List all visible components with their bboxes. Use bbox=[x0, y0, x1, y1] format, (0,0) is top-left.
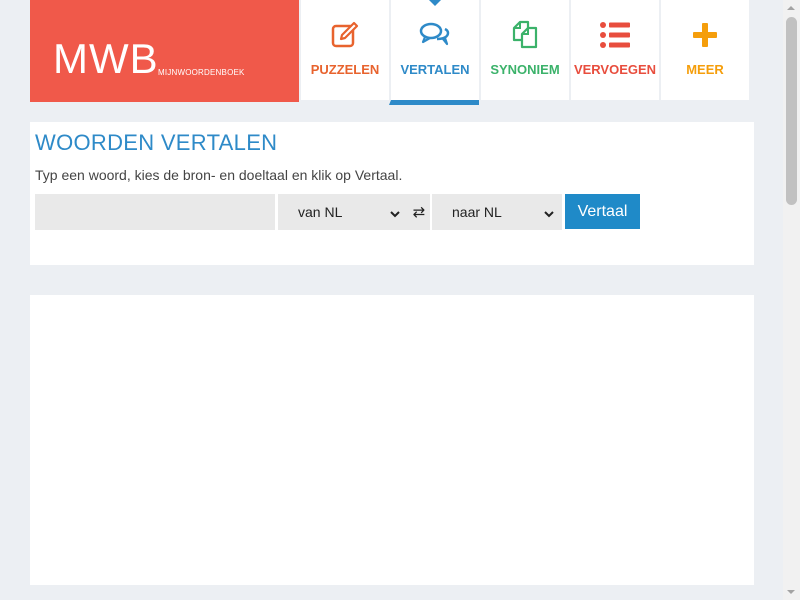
nav-item-meer[interactable]: MEER bbox=[659, 0, 749, 100]
chat-bubbles-icon bbox=[419, 20, 451, 50]
nav-item-synoniem[interactable]: SYNONIEM bbox=[479, 0, 569, 100]
scroll-down-icon[interactable] bbox=[787, 590, 795, 594]
nav-label: VERVOEGEN bbox=[573, 62, 657, 77]
results-panel bbox=[30, 295, 754, 585]
nav-label: SYNONIEM bbox=[490, 62, 560, 77]
main-nav: PUZZELEN VERTALEN SYNONIEM VERVOEGEN MEE… bbox=[299, 0, 749, 105]
nav-label: PUZZELEN bbox=[310, 62, 380, 77]
chevron-down-icon bbox=[390, 206, 400, 222]
nav-item-vertalen[interactable]: VERTALEN bbox=[389, 0, 479, 105]
nav-label: MEER bbox=[686, 62, 724, 77]
target-language-select[interactable]: naar NL bbox=[432, 194, 562, 230]
nav-item-vervoegen[interactable]: VERVOEGEN bbox=[569, 0, 659, 100]
pencil-square-icon bbox=[330, 20, 360, 50]
site-logo[interactable]: MWB MIJNWOORDENBOEK bbox=[30, 0, 299, 102]
logo-subtitle: MIJNWOORDENBOEK bbox=[158, 68, 245, 77]
logo-title: MWB bbox=[53, 35, 159, 82]
plus-icon bbox=[691, 20, 719, 50]
page-title: WOORDEN VERTALEN bbox=[35, 130, 278, 155]
nav-label: VERTALEN bbox=[400, 62, 470, 77]
source-language-select[interactable]: van NL bbox=[278, 194, 408, 230]
nav-item-puzzelen[interactable]: PUZZELEN bbox=[299, 0, 389, 100]
word-input[interactable] bbox=[35, 194, 275, 230]
scroll-up-icon[interactable] bbox=[787, 6, 795, 10]
source-language-value: van NL bbox=[298, 204, 343, 220]
instructions-text: Typ een woord, kies de bron- en doeltaal… bbox=[35, 167, 403, 183]
copy-icon bbox=[510, 20, 540, 50]
list-icon bbox=[599, 20, 631, 50]
target-language-value: naar NL bbox=[452, 204, 502, 220]
swap-languages-button[interactable]: ⇄ bbox=[408, 194, 430, 230]
translate-button[interactable]: Vertaal bbox=[565, 194, 640, 229]
scroll-thumb[interactable] bbox=[786, 17, 797, 205]
chevron-down-icon bbox=[544, 206, 554, 222]
swap-arrows-icon: ⇄ bbox=[412, 204, 426, 221]
translate-panel: WOORDEN VERTALEN Typ een woord, kies de … bbox=[30, 122, 754, 265]
page-scrollbar[interactable] bbox=[783, 0, 800, 600]
